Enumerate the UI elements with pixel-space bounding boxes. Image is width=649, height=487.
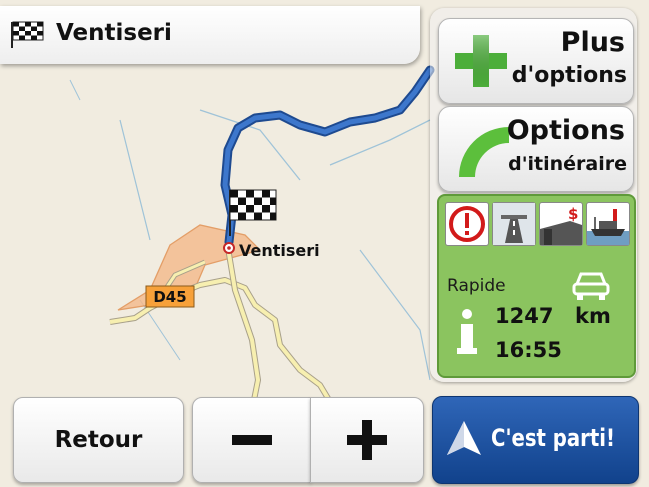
plus-icon: [347, 420, 387, 460]
go-button-label: C'est parti!: [491, 424, 615, 452]
zoom-out-button[interactable]: [192, 397, 311, 483]
more-options-button[interactable]: Plus d'options: [438, 18, 634, 104]
minus-icon: [231, 435, 272, 445]
destination-bar: Ventiseri: [0, 6, 420, 64]
route-mode-label: Rapide: [447, 276, 506, 296]
warning-icon: [445, 202, 489, 246]
distance-unit: km: [575, 304, 611, 328]
go-button[interactable]: C'est parti!: [432, 396, 639, 484]
back-button[interactable]: Retour: [13, 397, 184, 483]
navigation-arrow-icon: [447, 421, 481, 455]
map-place-label: Ventiseri: [239, 241, 320, 260]
arc-icon: [459, 127, 509, 177]
route-options-label-2: d'itinéraire: [508, 153, 627, 175]
svg-text:$: $: [568, 205, 578, 223]
back-button-label: Retour: [54, 427, 143, 453]
checkered-flag-icon: [11, 21, 44, 48]
ferry-icon: [586, 202, 630, 246]
destination-name: Ventiseri: [56, 20, 172, 46]
distance-value: 1247: [495, 304, 554, 328]
route-options-button[interactable]: Options d'itinéraire: [438, 106, 634, 192]
more-options-label-1: Plus: [560, 27, 625, 58]
route-options-label-1: Options: [506, 115, 625, 146]
route-summary-card[interactable]: $ Rapide 1247 km 16:55: [437, 194, 636, 378]
more-options-label-2: d'options: [511, 63, 627, 88]
plus-icon: [455, 35, 507, 87]
toll-road-icon: $: [539, 202, 583, 246]
road-label: D45: [153, 288, 186, 306]
info-icon: [457, 309, 477, 354]
car-icon: [572, 272, 610, 300]
highway-icon: [492, 202, 536, 246]
zoom-in-button[interactable]: [310, 397, 424, 483]
arrival-time: 16:55: [495, 338, 562, 362]
